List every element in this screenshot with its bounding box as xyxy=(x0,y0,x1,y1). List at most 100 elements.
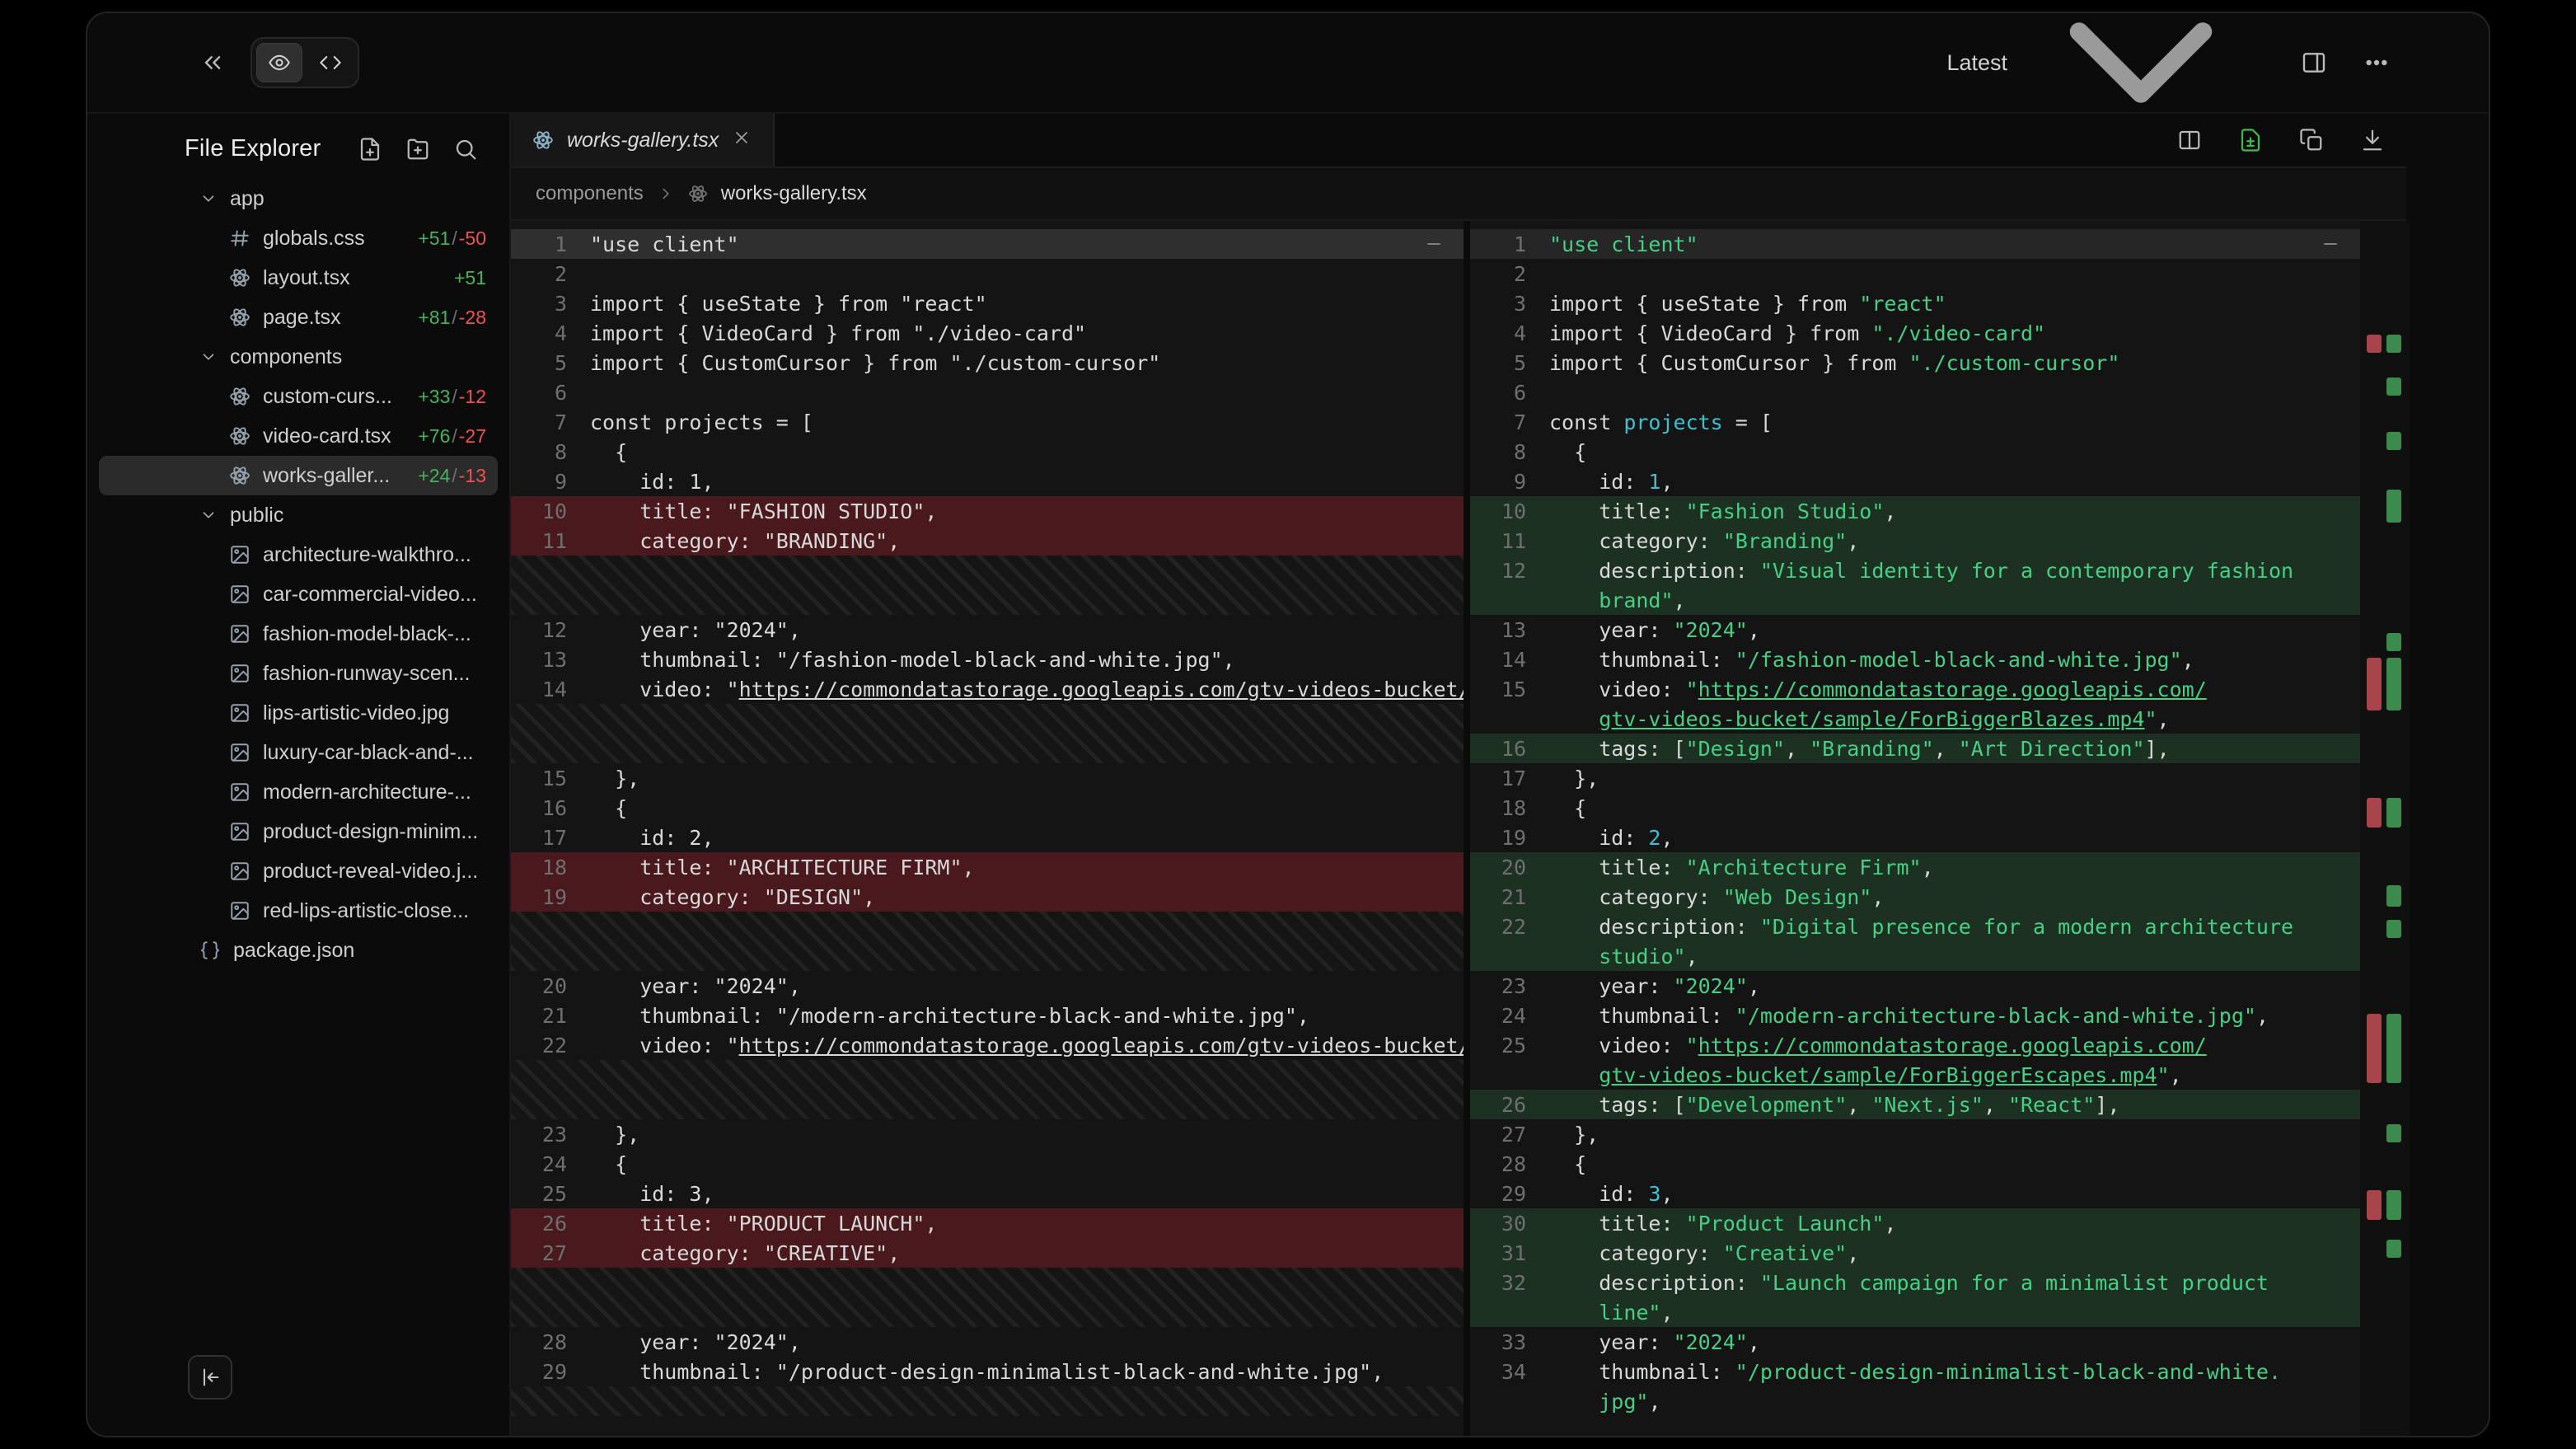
collapsed-unchanged-region[interactable] xyxy=(511,1060,1464,1119)
code-line[interactable]: 27 category: "CREATIVE", xyxy=(511,1238,1464,1268)
code-line[interactable]: 23 }, xyxy=(511,1119,1464,1149)
file-row[interactable]: page.tsx+81/-28 xyxy=(99,298,498,337)
code-line[interactable]: 22 description: "Digital presence for a … xyxy=(1470,912,2360,941)
code-line[interactable]: 19 category: "DESIGN", xyxy=(511,882,1464,912)
preview-toggle-button[interactable] xyxy=(256,43,302,82)
file-row[interactable]: product-reveal-video.j... xyxy=(99,851,498,891)
code-line[interactable]: 18 title: "ARCHITECTURE FIRM", xyxy=(511,852,1464,882)
fold-region-icon[interactable] xyxy=(1424,234,1444,259)
code-line[interactable]: 2 xyxy=(1470,259,2360,288)
code-line[interactable]: 6 xyxy=(1470,377,2360,407)
code-line[interactable]: 11 category: "BRANDING", xyxy=(511,526,1464,556)
code-line[interactable]: 7const projects = [ xyxy=(1470,407,2360,437)
file-row[interactable]: luxury-car-black-and-... xyxy=(99,733,498,772)
code-line[interactable]: 25 id: 3, xyxy=(511,1179,1464,1208)
file-row[interactable]: fashion-runway-scen... xyxy=(99,654,498,693)
code-line[interactable]: 5import { CustomCursor } from "./custom-… xyxy=(1470,348,2360,377)
code-line[interactable]: 17 id: 2, xyxy=(511,823,1464,852)
code-line[interactable]: 3import { useState } from "react" xyxy=(511,288,1464,318)
code-line[interactable]: 1"use client" xyxy=(511,229,1464,259)
code-line[interactable]: 10 title: "FASHION STUDIO", xyxy=(511,496,1464,526)
code-line[interactable]: 19 id: 2, xyxy=(1470,823,2360,852)
code-line[interactable]: line", xyxy=(1470,1297,2360,1327)
code-line[interactable]: 18 { xyxy=(1470,793,2360,823)
code-line[interactable]: 17 }, xyxy=(1470,763,2360,793)
file-row[interactable]: red-lips-artistic-close... xyxy=(99,891,498,931)
code-line[interactable]: 15 }, xyxy=(511,763,1464,793)
layout-panel-button[interactable] xyxy=(2301,49,2327,76)
code-line[interactable]: gtv-videos-bucket/sample/ForBiggerEscape… xyxy=(1470,1060,2360,1090)
code-line[interactable]: 10 title: "Fashion Studio", xyxy=(1470,496,2360,526)
code-toggle-button[interactable] xyxy=(307,43,354,82)
code-line[interactable]: 24 thumbnail: "/modern-architecture-blac… xyxy=(1470,1001,2360,1030)
download-file-button[interactable] xyxy=(2360,128,2385,152)
code-line[interactable]: 13 thumbnail: "/fashion-model-black-and-… xyxy=(511,645,1464,674)
code-line[interactable]: 15 video: "https://commondatastorage.goo… xyxy=(1470,674,2360,704)
code-line[interactable]: brand", xyxy=(1470,585,2360,615)
code-line[interactable]: 21 category: "Web Design", xyxy=(1470,882,2360,912)
collapse-sidebar-button[interactable] xyxy=(188,1355,232,1400)
file-row[interactable]: architecture-walkthro... xyxy=(99,535,498,574)
code-line[interactable]: 26 tags: ["Development", "Next.js", "Rea… xyxy=(1470,1090,2360,1119)
code-line[interactable]: 22 video: "https://commondatastorage.goo… xyxy=(511,1030,1464,1060)
file-row[interactable]: globals.css+51/-50 xyxy=(99,218,498,258)
pane-divider[interactable] xyxy=(1464,221,1470,1436)
file-row[interactable]: custom-curs...+33/-12 xyxy=(99,377,498,416)
code-line[interactable]: gtv-videos-bucket/sample/ForBiggerBlazes… xyxy=(1470,704,2360,734)
file-row[interactable]: modern-architecture-... xyxy=(99,772,498,812)
file-row[interactable]: product-design-minim... xyxy=(99,812,498,851)
code-line[interactable]: 28 year: "2024", xyxy=(511,1327,1464,1357)
close-tab-button[interactable] xyxy=(732,128,752,153)
code-line[interactable]: 16 { xyxy=(511,793,1464,823)
folder-row[interactable]: app xyxy=(99,179,498,218)
file-row[interactable]: package.json xyxy=(99,931,498,970)
diff-minimap[interactable] xyxy=(2360,221,2410,1436)
code-line[interactable]: 25 video: "https://commondatastorage.goo… xyxy=(1470,1030,2360,1060)
code-line[interactable]: 4import { VideoCard } from "./video-card… xyxy=(1470,318,2360,348)
code-line[interactable]: 4import { VideoCard } from "./video-card… xyxy=(511,318,1464,348)
file-row[interactable]: works-galler...+24/-13 xyxy=(99,456,498,495)
code-line[interactable]: 2 xyxy=(511,259,1464,288)
file-row[interactable]: lips-artistic-video.jpg xyxy=(99,693,498,733)
search-files-button[interactable] xyxy=(453,137,478,162)
folder-row[interactable]: public xyxy=(99,495,498,535)
more-options-button[interactable] xyxy=(2363,49,2390,76)
code-line[interactable]: 12 description: "Visual identity for a c… xyxy=(1470,556,2360,585)
code-line[interactable]: 8 { xyxy=(511,437,1464,467)
new-file-button[interactable] xyxy=(358,137,382,162)
file-row[interactable]: layout.tsx+51 xyxy=(99,258,498,298)
code-line[interactable]: 7const projects = [ xyxy=(511,407,1464,437)
breadcrumb-file[interactable]: works-gallery.tsx xyxy=(721,182,867,205)
breadcrumb-folder[interactable]: components xyxy=(536,182,644,205)
code-line[interactable]: 9 id: 1, xyxy=(1470,467,2360,496)
code-line[interactable]: 34 thumbnail: "/product-design-minimalis… xyxy=(1470,1357,2360,1386)
code-line[interactable]: 11 category: "Branding", xyxy=(1470,526,2360,556)
code-line[interactable]: 20 year: "2024", xyxy=(511,971,1464,1001)
collapsed-unchanged-region[interactable] xyxy=(511,704,1464,763)
code-line[interactable]: 23 year: "2024", xyxy=(1470,971,2360,1001)
code-line[interactable]: 27 }, xyxy=(1470,1119,2360,1149)
code-line[interactable]: 29 thumbnail: "/product-design-minimalis… xyxy=(511,1357,1464,1386)
code-line[interactable]: 13 year: "2024", xyxy=(1470,615,2360,645)
code-line[interactable]: 32 description: "Launch campaign for a m… xyxy=(1470,1268,2360,1297)
code-line[interactable]: 6 xyxy=(511,377,1464,407)
folder-row[interactable]: components xyxy=(99,337,498,377)
code-line[interactable]: 3import { useState } from "react" xyxy=(1470,288,2360,318)
code-line[interactable]: 26 title: "PRODUCT LAUNCH", xyxy=(511,1208,1464,1238)
file-row[interactable]: video-card.tsx+76/-27 xyxy=(99,416,498,456)
code-line[interactable]: 24 { xyxy=(511,1149,1464,1179)
collapse-panel-button[interactable] xyxy=(199,49,226,76)
file-row[interactable]: car-commercial-video... xyxy=(99,574,498,614)
collapsed-unchanged-region[interactable] xyxy=(511,1386,1464,1416)
code-line[interactable]: 33 year: "2024", xyxy=(1470,1327,2360,1357)
code-line[interactable]: 16 tags: ["Design", "Branding", "Art Dir… xyxy=(1470,734,2360,763)
code-line[interactable]: 31 category: "Creative", xyxy=(1470,1238,2360,1268)
code-line[interactable]: 20 title: "Architecture Firm", xyxy=(1470,852,2360,882)
fold-region-icon[interactable] xyxy=(2321,234,2340,259)
code-line[interactable]: 29 id: 3, xyxy=(1470,1179,2360,1208)
code-line[interactable]: 1"use client" xyxy=(1470,229,2360,259)
code-line[interactable]: 14 video: "https://commondatastorage.goo… xyxy=(511,674,1464,704)
code-line[interactable]: 21 thumbnail: "/modern-architecture-blac… xyxy=(511,1001,1464,1030)
tab-works-gallery[interactable]: works-gallery.tsx xyxy=(511,114,775,166)
diff-view-button[interactable] xyxy=(2238,128,2263,152)
